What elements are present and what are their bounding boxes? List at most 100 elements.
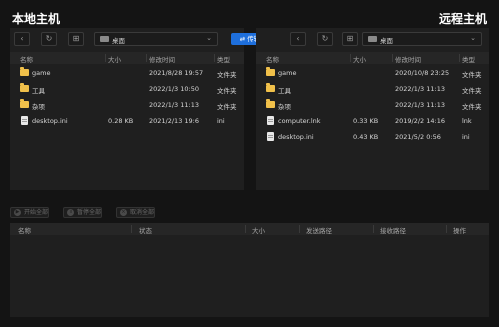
table-row[interactable]: game 2020/10/8 23:25 文件夹 [256, 65, 489, 81]
row-name: 杂项 [32, 103, 45, 111]
folder-plus-icon: ⊞ [346, 34, 354, 43]
chevron-down-icon: ⌄ [206, 34, 212, 42]
row-type: 文件夹 [462, 87, 482, 95]
start-all-label: 开始全部 [24, 209, 49, 216]
table-row[interactable]: game 2021/8/28 19:57 文件夹 [10, 65, 244, 81]
local-nav-bar: ‹ ↻ ⊞ 桌面 ⌄ [10, 32, 244, 46]
folder-icon [368, 36, 377, 42]
col-name[interactable]: 名称 [266, 54, 279, 64]
chevron-left-icon: ‹ [20, 34, 24, 43]
file-icon [21, 116, 28, 125]
transfer-queue-panel: 名称 状态 大小 发送路径 接收路径 操作 [10, 223, 489, 317]
row-type: 文件夹 [217, 87, 237, 95]
row-type: 文件夹 [217, 103, 237, 111]
new-folder-button[interactable]: ⊞ [68, 32, 84, 46]
refresh-icon: ↻ [45, 34, 53, 43]
remote-file-panel: ‹ ↻ ⊞ 桌面 ⌄ 名称 大小 修改时间 类型 game 2020/10/8 … [256, 28, 489, 190]
row-date: 2022/1/3 10:50 [149, 85, 199, 93]
folder-icon [266, 99, 275, 108]
row-type: 文件夹 [217, 71, 237, 79]
row-name: 杂项 [278, 103, 291, 111]
col-receive-path[interactable]: 接收路径 [380, 225, 406, 235]
pause-icon: ॥ [67, 209, 74, 216]
col-modified[interactable]: 修改时间 [395, 54, 421, 64]
new-folder-button[interactable]: ⊞ [342, 32, 358, 46]
file-icon [267, 132, 274, 141]
col-send-path[interactable]: 发送路径 [306, 225, 332, 235]
refresh-icon: ↻ [321, 34, 329, 43]
row-date: 2020/10/8 23:25 [395, 69, 450, 77]
row-size: 0.28 KB [108, 117, 134, 125]
remote-nav-bar: ‹ ↻ ⊞ 桌面 ⌄ [256, 32, 489, 46]
col-size[interactable]: 大小 [108, 54, 121, 64]
col-modified[interactable]: 修改时间 [149, 54, 175, 64]
chevron-down-icon: ⌄ [470, 34, 476, 42]
row-size: 0.33 KB [353, 117, 379, 125]
row-name: game [278, 69, 297, 77]
row-date: 2021/5/2 0:56 [395, 133, 441, 141]
table-row[interactable]: computer.lnk 0.33 KB 2019/2/2 14:16 lnk [256, 113, 489, 129]
row-name: 工具 [32, 87, 45, 95]
folder-plus-icon: ⊞ [72, 34, 80, 43]
row-type: ini [462, 133, 470, 141]
close-icon: × [120, 209, 127, 216]
row-name: game [32, 69, 51, 77]
folder-icon [266, 67, 275, 76]
remote-path-select[interactable]: 桌面 ⌄ [362, 32, 482, 46]
row-date: 2022/1/3 11:13 [395, 101, 445, 109]
row-type: 文件夹 [462, 71, 482, 79]
row-date: 2019/2/2 14:16 [395, 117, 445, 125]
folder-icon [266, 83, 275, 92]
shortcut-file-icon [267, 116, 274, 125]
table-row[interactable]: 杂项 2022/1/3 11:13 文件夹 [10, 97, 244, 113]
pause-all-button[interactable]: ॥ 暂停全部 [63, 207, 103, 218]
refresh-button[interactable]: ↻ [41, 32, 57, 46]
remote-path-text: 桌面 [380, 37, 393, 45]
local-path-select[interactable]: 桌面 ⌄ [94, 32, 218, 46]
table-row[interactable]: desktop.ini 0.43 KB 2021/5/2 0:56 ini [256, 129, 489, 145]
back-button[interactable]: ‹ [290, 32, 306, 46]
remote-host-title: 远程主机 [438, 12, 487, 26]
folder-icon [20, 83, 29, 92]
row-date: 2022/1/3 11:13 [149, 101, 199, 109]
row-size: 0.43 KB [353, 133, 379, 141]
row-name: desktop.ini [278, 133, 314, 141]
row-date: 2022/1/3 11:13 [395, 85, 445, 93]
col-status[interactable]: 状态 [139, 225, 152, 235]
col-type[interactable]: 类型 [462, 54, 475, 64]
row-type: lnk [462, 117, 472, 125]
col-actions[interactable]: 操作 [453, 225, 466, 235]
row-name: computer.lnk [278, 117, 321, 125]
local-host-title: 本地主机 [12, 12, 61, 26]
col-size[interactable]: 大小 [252, 225, 265, 235]
local-file-panel: ‹ ↻ ⊞ 桌面 ⌄ 名称 大小 修改时间 类型 game 2021/8/28 … [10, 28, 244, 190]
row-name: desktop.ini [32, 117, 68, 125]
queue-table-header: 名称 状态 大小 发送路径 接收路径 操作 [10, 223, 489, 235]
folder-icon [20, 67, 29, 76]
swap-icon: ⇄ [239, 35, 246, 43]
col-size[interactable]: 大小 [353, 54, 366, 64]
row-type: 文件夹 [462, 103, 482, 111]
row-date: 2021/2/13 19:6 [149, 117, 199, 125]
table-row[interactable]: 杂项 2022/1/3 11:13 文件夹 [256, 97, 489, 113]
col-name[interactable]: 名称 [20, 54, 33, 64]
col-type[interactable]: 类型 [217, 54, 230, 64]
refresh-button[interactable]: ↻ [317, 32, 333, 46]
folder-icon [100, 36, 109, 42]
row-name: 工具 [278, 87, 291, 95]
table-row[interactable]: desktop.ini 0.28 KB 2021/2/13 19:6 ini [10, 113, 244, 129]
col-name[interactable]: 名称 [18, 225, 31, 235]
cancel-all-label: 取消全部 [130, 209, 155, 216]
start-all-button[interactable]: ▶ 开始全部 [10, 207, 50, 218]
play-icon: ▶ [14, 209, 21, 216]
remote-table-header: 名称 大小 修改时间 类型 [256, 52, 489, 64]
row-date: 2021/8/28 19:57 [149, 69, 204, 77]
back-button[interactable]: ‹ [14, 32, 30, 46]
chevron-left-icon: ‹ [296, 34, 300, 43]
row-type: ini [217, 117, 225, 125]
cancel-all-button[interactable]: × 取消全部 [116, 207, 156, 218]
local-path-text: 桌面 [112, 37, 125, 45]
table-row[interactable]: 工具 2022/1/3 11:13 文件夹 [256, 81, 489, 97]
local-table-header: 名称 大小 修改时间 类型 [10, 52, 244, 64]
table-row[interactable]: 工具 2022/1/3 10:50 文件夹 [10, 81, 244, 97]
